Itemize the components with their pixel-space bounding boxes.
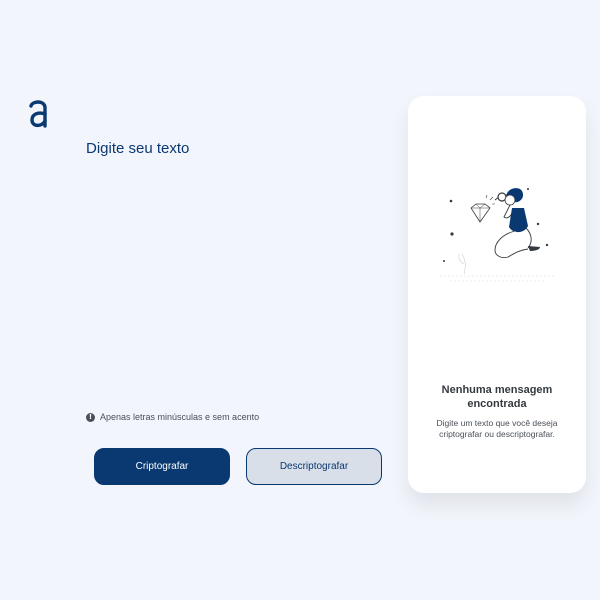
output-panel: Nenhuma mensagem encontrada Digite um te… <box>408 96 586 493</box>
empty-state-subtitle: Digite um texto que você deseja criptogr… <box>436 418 558 439</box>
hint-text: Apenas letras minúsculas e sem acento <box>100 412 260 422</box>
info-icon: ! <box>86 412 95 422</box>
empty-state-title: Nenhuma mensagem encontrada <box>441 384 553 410</box>
text-input[interactable] <box>86 140 386 390</box>
person-with-magnifying-glass-illustration <box>440 188 554 282</box>
input-hint: ! Apenas letras minúsculas e sem acento <box>86 412 259 422</box>
alura-logo-icon <box>29 100 47 128</box>
decrypt-button[interactable]: Descriptografar <box>246 448 382 485</box>
encrypt-button[interactable]: Criptografar <box>94 448 230 485</box>
